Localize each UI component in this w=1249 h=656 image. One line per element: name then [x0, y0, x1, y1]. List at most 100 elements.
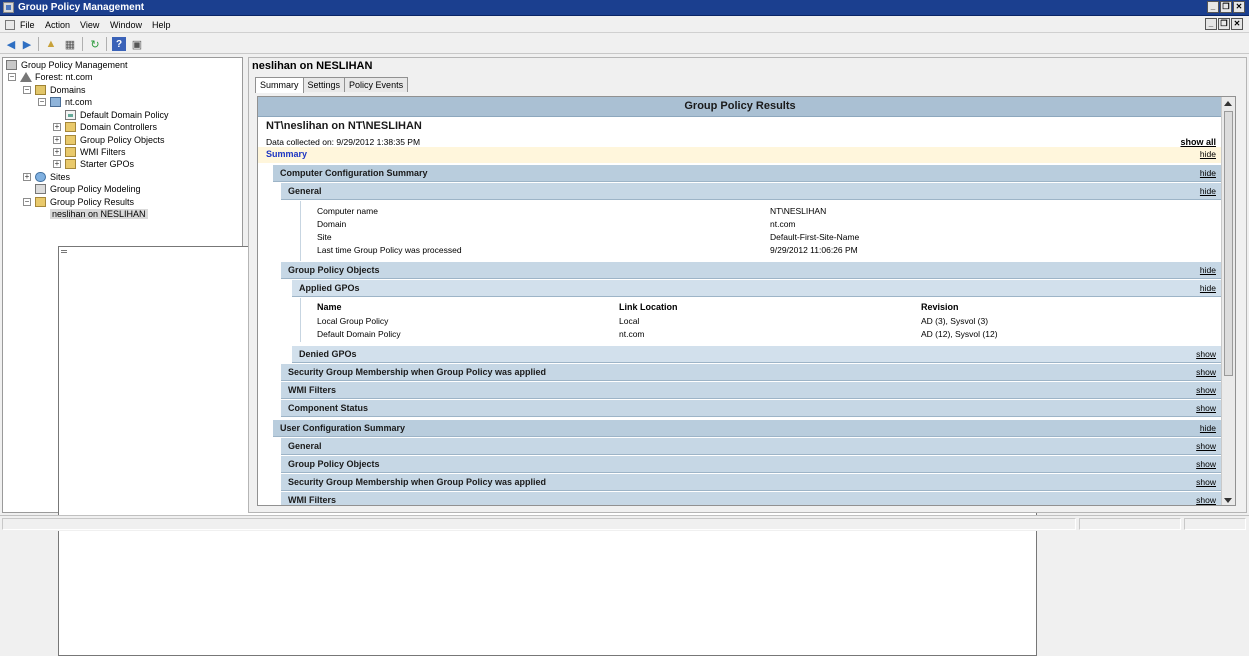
section-label: Group Policy Objects	[288, 265, 380, 275]
tree-item-group-policy-objects[interactable]: + Group Policy Objects	[53, 134, 165, 146]
tree-item-domain[interactable]: − nt.com	[38, 96, 92, 108]
expand-icon[interactable]: +	[53, 148, 61, 156]
expand-icon[interactable]: +	[23, 173, 31, 181]
refresh-icon[interactable]: ↻	[88, 37, 102, 51]
doc-minimize-icon[interactable]: _	[1205, 18, 1217, 30]
folder-icon	[65, 135, 76, 145]
section-label: User Configuration Summary	[280, 423, 406, 433]
gpm-icon	[6, 60, 17, 70]
summary-hide-link[interactable]: hide	[1200, 149, 1216, 159]
gpo-link-icon	[65, 110, 76, 120]
menu-window[interactable]: Window	[110, 20, 142, 30]
show-link[interactable]: show	[1196, 459, 1216, 469]
expand-icon[interactable]: +	[53, 136, 61, 144]
scroll-down-icon[interactable]	[1224, 498, 1232, 503]
hide-link[interactable]: hide	[1200, 265, 1216, 275]
show-link[interactable]: show	[1196, 477, 1216, 487]
tree-item-domains[interactable]: − Domains	[23, 84, 86, 96]
tree-label: Forest: nt.com	[35, 72, 93, 82]
section-label: Security Group Membership when Group Pol…	[288, 367, 547, 377]
tree-label: Sites	[50, 172, 71, 182]
report-scrollbar[interactable]	[1221, 97, 1235, 505]
ou-folder-icon	[65, 122, 76, 132]
up-folder-icon[interactable]: ▲	[44, 37, 58, 51]
menu-help[interactable]: Help	[152, 20, 171, 30]
scroll-thumb[interactable]	[1224, 111, 1233, 376]
domain-icon	[50, 97, 61, 107]
menu-view[interactable]: View	[80, 20, 99, 30]
document-icon[interactable]	[5, 20, 15, 30]
show-link[interactable]: show	[1196, 495, 1216, 505]
section-label: Group Policy Objects	[288, 459, 380, 469]
menu-action[interactable]: Action	[45, 20, 70, 30]
gpo-row-name: Default Domain Policy	[317, 329, 401, 339]
hide-link[interactable]: hide	[1200, 186, 1216, 196]
computer-gpo-header: Group Policy Objects hide	[281, 262, 1222, 279]
collapse-icon[interactable]: −	[23, 86, 31, 94]
tab-policy-events[interactable]: Policy Events	[344, 77, 409, 92]
expand-icon[interactable]: +	[53, 123, 61, 131]
back-arrow-icon[interactable]: ◀	[4, 37, 18, 51]
tree-item-root[interactable]: Group Policy Management	[6, 59, 128, 71]
show-link[interactable]: show	[1196, 349, 1216, 359]
tree-item-result-neslihan[interactable]: neslihan on NESLIHAN	[50, 208, 1037, 656]
doc-restore-icon[interactable]: ❐	[1218, 18, 1230, 30]
general-key: Site	[317, 232, 332, 242]
scroll-up-icon[interactable]	[1224, 101, 1232, 106]
applied-gpos-header: Applied GPOs hide	[292, 280, 1222, 297]
tree-item-wmi-filters[interactable]: + WMI Filters	[53, 146, 126, 158]
window-controls: _ ❐ ✕	[1207, 1, 1245, 13]
pane-title: neslihan on NESLIHAN	[252, 60, 373, 72]
tab-summary[interactable]: Summary	[255, 77, 304, 93]
section-label: WMI Filters	[288, 385, 337, 395]
show-link[interactable]: show	[1196, 367, 1216, 377]
tree-label: Default Domain Policy	[80, 110, 169, 120]
tree-label: WMI Filters	[80, 147, 126, 157]
help-icon[interactable]: ?	[112, 37, 126, 51]
tree-item-sites[interactable]: + Sites	[23, 171, 70, 183]
user-general-header: General show	[281, 438, 1222, 455]
column-header-link-location: Link Location	[619, 302, 678, 312]
restore-icon[interactable]: ❐	[1220, 1, 1232, 13]
computer-config-summary-header: Computer Configuration Summary hide	[273, 165, 1222, 182]
expand-icon[interactable]: +	[53, 160, 61, 168]
show-hide-tree-icon[interactable]: ▦	[63, 37, 77, 51]
forward-arrow-icon[interactable]: ▶	[20, 37, 34, 51]
summary-section-header: Summary hide	[258, 147, 1222, 163]
general-key: Last time Group Policy was processed	[317, 245, 462, 255]
properties-icon[interactable]: ▣	[130, 37, 144, 51]
doc-close-icon[interactable]: ✕	[1231, 18, 1243, 30]
status-segment	[1184, 518, 1246, 530]
show-link[interactable]: show	[1196, 385, 1216, 395]
collapse-icon[interactable]: −	[23, 198, 31, 206]
results-folder-icon	[35, 197, 46, 207]
section-label: General	[288, 441, 322, 451]
section-label: General	[288, 186, 322, 196]
tree-item-default-domain-policy[interactable]: Default Domain Policy	[65, 109, 169, 121]
show-all-link[interactable]: show all	[1180, 137, 1216, 147]
menu-file[interactable]: File	[20, 20, 35, 30]
tree-item-domain-controllers[interactable]: + Domain Controllers	[53, 121, 157, 133]
tree-item-starter-gpos[interactable]: + Starter GPOs	[53, 158, 134, 170]
tree-label: Group Policy Modeling	[50, 184, 141, 194]
hide-link[interactable]: hide	[1200, 283, 1216, 293]
denied-gpos-header: Denied GPOs show	[292, 346, 1222, 363]
tree-item-modeling[interactable]: Group Policy Modeling	[35, 183, 141, 195]
general-value: NT\NESLIHAN	[770, 206, 827, 216]
column-header-revision: Revision	[921, 302, 959, 312]
tree-label: Starter GPOs	[80, 159, 135, 169]
hide-link[interactable]: hide	[1200, 423, 1216, 433]
tree-item-forest[interactable]: − Forest: nt.com	[8, 71, 93, 83]
hide-link[interactable]: hide	[1200, 168, 1216, 178]
window-title: Group Policy Management	[18, 2, 145, 13]
show-link[interactable]: show	[1196, 403, 1216, 413]
status-segment	[2, 518, 1076, 530]
tree-item-results[interactable]: − Group Policy Results	[23, 196, 134, 208]
collapse-icon[interactable]: −	[8, 73, 16, 81]
user-config-summary-header: User Configuration Summary hide	[273, 420, 1222, 437]
collapse-icon[interactable]: −	[38, 98, 46, 106]
tab-settings[interactable]: Settings	[302, 77, 346, 92]
close-icon[interactable]: ✕	[1233, 1, 1245, 13]
minimize-icon[interactable]: _	[1207, 1, 1219, 13]
show-link[interactable]: show	[1196, 441, 1216, 451]
